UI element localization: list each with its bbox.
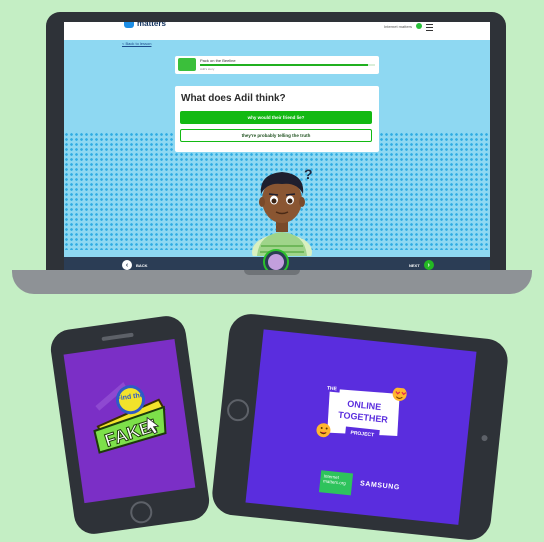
next-button[interactable]: NEXT › <box>409 260 434 270</box>
samsung-logo: SAMSUNG <box>359 480 401 492</box>
progress-card: Pack on the Beeline Adil's story <box>175 56 379 74</box>
question-heading: What does Adil think? <box>181 93 286 104</box>
user-avatar-icon[interactable] <box>416 23 422 29</box>
phone-speaker <box>101 332 134 342</box>
next-button-label: NEXT <box>409 262 420 268</box>
question-mark: ? <box>304 166 313 182</box>
progress-title: Pack on the Beeline <box>200 58 236 63</box>
logo-text: matters <box>137 22 166 28</box>
laptop-notch <box>244 270 300 275</box>
online-together-badge: THE ONLINE TOGETHER PROJECT <box>316 382 407 441</box>
internet-matters-logo: Internet matters.org <box>318 470 354 496</box>
phone-screen: Find the FAKE! <box>63 338 196 504</box>
badge-the: THE <box>327 385 338 392</box>
site-header: matters Internet matters <box>64 22 490 40</box>
progress-subtitle: Adil's story <box>200 67 215 71</box>
next-arrow-icon: › <box>423 260 434 270</box>
logo-mark-icon <box>124 22 134 28</box>
back-button-label: BACK <box>136 262 148 268</box>
phone-device: Find the FAKE! <box>48 313 212 537</box>
site-logo[interactable]: matters <box>124 22 166 28</box>
progress-bar <box>200 64 375 66</box>
answer-button-2[interactable]: they're probably telling the truth <box>180 129 372 142</box>
laptop-base <box>12 270 532 294</box>
progress-bar-fill <box>200 64 368 66</box>
avatar-face <box>268 254 284 270</box>
back-button[interactable]: ‹ BACK <box>122 260 148 270</box>
question-card: What does Adil think? why would their fr… <box>175 86 379 152</box>
hamburger-menu-icon[interactable] <box>426 24 433 31</box>
back-arrow-icon: ‹ <box>122 260 132 270</box>
find-the-fake-logo[interactable]: Find the FAKE! <box>81 369 176 464</box>
back-to-lesson-link[interactable]: < Back to lesson <box>122 41 151 46</box>
lesson-thumbnail <box>178 58 196 71</box>
tablet-device: THE ONLINE TOGETHER PROJECT Internet mat… <box>210 311 510 542</box>
header-link[interactable]: Internet matters <box>384 24 412 29</box>
laptop-screen: matters Internet matters < Back to lesso… <box>64 22 490 274</box>
answer-button-1[interactable]: why would their friend lie? <box>180 111 372 124</box>
tablet-screen: THE ONLINE TOGETHER PROJECT Internet mat… <box>245 329 477 525</box>
phone-home-button[interactable] <box>128 499 154 525</box>
tablet-home-button[interactable] <box>226 398 251 423</box>
tablet-camera <box>481 434 488 442</box>
